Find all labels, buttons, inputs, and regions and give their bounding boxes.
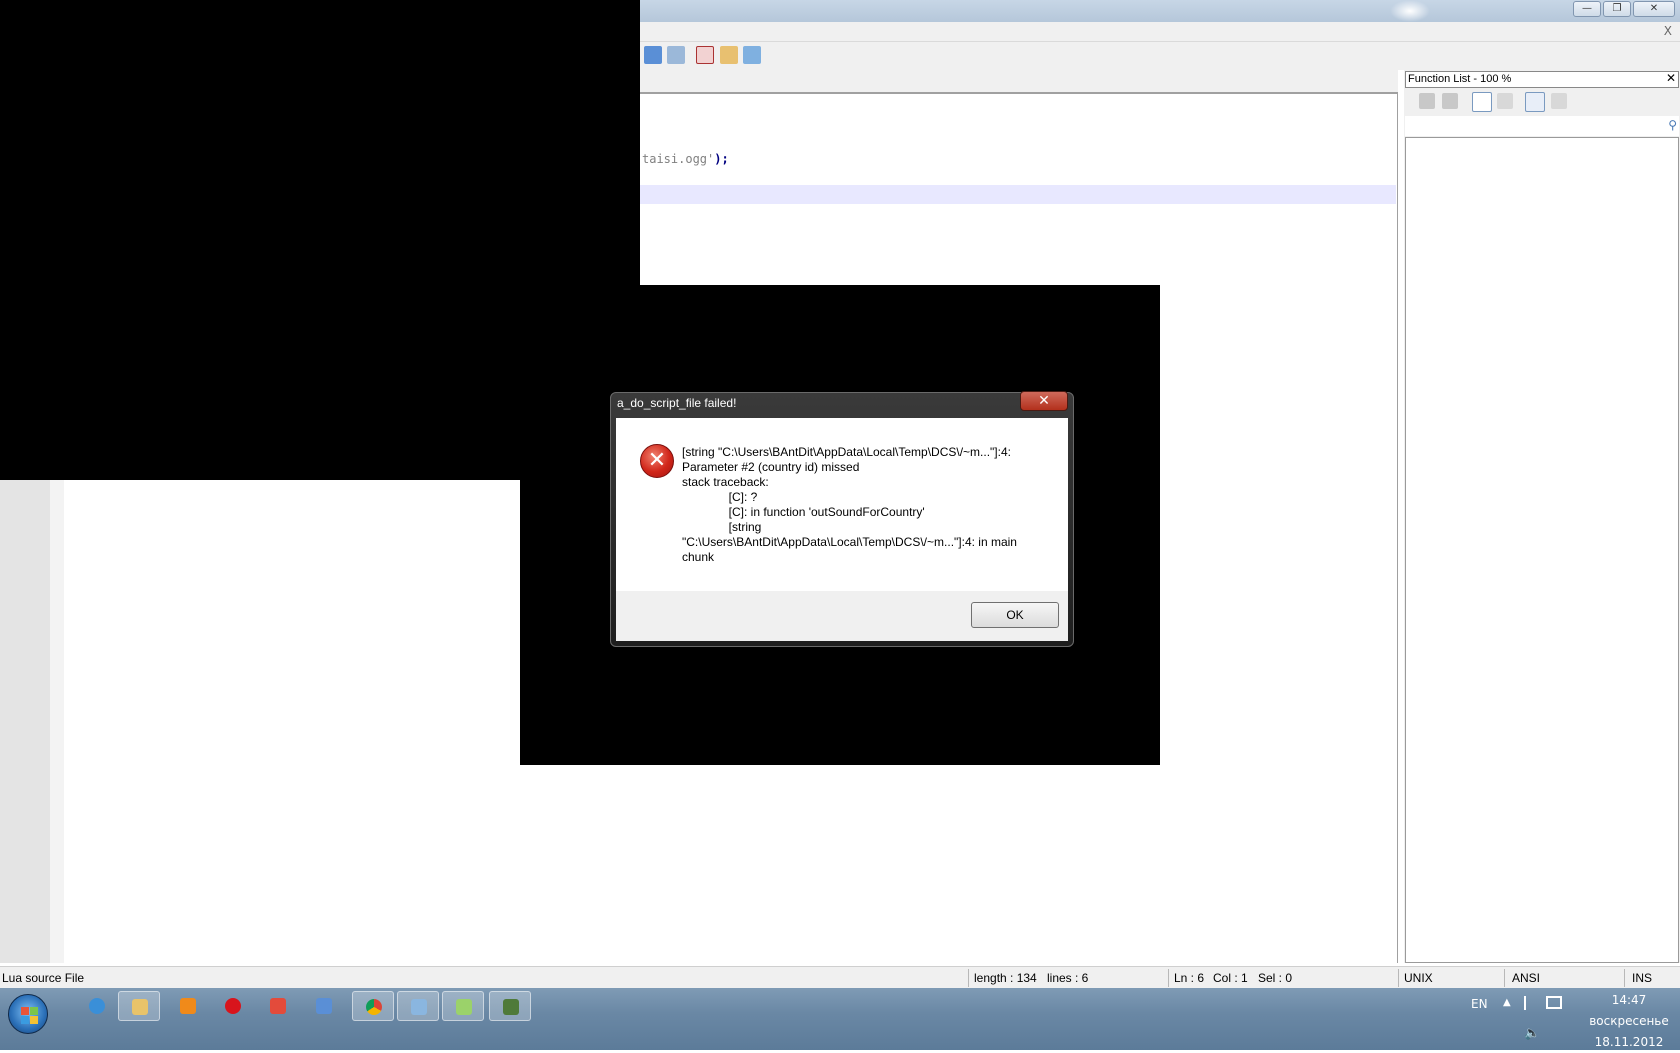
media-player-icon bbox=[180, 998, 196, 1014]
network-icon[interactable] bbox=[1546, 996, 1562, 1009]
tree-view-icon[interactable] bbox=[1551, 93, 1567, 109]
function-list-header: Function List - 100 % ✕ bbox=[1405, 71, 1679, 88]
fold-margin bbox=[50, 480, 64, 963]
cursor-line: Ln : 6 bbox=[1174, 971, 1205, 985]
status-separator bbox=[1504, 969, 1505, 987]
spellcheck-icon[interactable] bbox=[743, 46, 761, 64]
taskbar-item-dcs[interactable] bbox=[489, 991, 531, 1021]
close-window-button[interactable]: ✕ bbox=[1633, 1, 1675, 17]
taskbar-item-chrome[interactable] bbox=[352, 991, 394, 1021]
windows-logo-icon bbox=[21, 1007, 29, 1015]
yandex-icon bbox=[270, 998, 286, 1014]
mail-icon bbox=[316, 998, 332, 1014]
taskbar-item-opera[interactable] bbox=[212, 991, 254, 1021]
function-list-close-button[interactable]: ✕ bbox=[1666, 71, 1676, 86]
save-macro-icon[interactable] bbox=[667, 46, 685, 64]
search-icon[interactable]: ⚲ bbox=[1668, 118, 1677, 132]
action-center-flag-icon[interactable] bbox=[1524, 996, 1538, 1010]
taskbar-item-mail[interactable] bbox=[303, 991, 345, 1021]
windows-logo-icon bbox=[30, 1007, 38, 1015]
show-hidden-icons-icon[interactable]: ▲ bbox=[1503, 997, 1511, 1008]
print-preview-icon[interactable] bbox=[720, 46, 738, 64]
language-indicator[interactable]: EN bbox=[1471, 997, 1488, 1011]
clock[interactable]: 14:47 воскресенье 18.11.2012 bbox=[1586, 990, 1672, 1053]
paint-icon bbox=[411, 999, 427, 1015]
file-type: Lua source File bbox=[2, 971, 85, 985]
details-view-icon[interactable] bbox=[1525, 92, 1545, 112]
windows-logo-icon bbox=[21, 1016, 29, 1024]
status-bar: Lua source File length : 134 lines : 6 L… bbox=[0, 966, 1680, 988]
chrome-icon bbox=[366, 999, 382, 1015]
titlebar-glow bbox=[1390, 0, 1430, 22]
notepadpp-icon bbox=[456, 999, 472, 1015]
function-list[interactable] bbox=[1405, 137, 1679, 963]
macro-playback-icon[interactable] bbox=[644, 46, 662, 64]
editor-titlebar: — ❐ ✕ bbox=[640, 0, 1680, 22]
dialog-close-button[interactable]: ✕ bbox=[1020, 391, 1068, 411]
code-line: taisi.ogg'); bbox=[642, 152, 729, 166]
function-list-toolbar bbox=[1405, 90, 1679, 114]
taskbar-item-yandex[interactable] bbox=[257, 991, 299, 1021]
function-list-title: Function List - 100 % bbox=[1408, 73, 1512, 85]
taskbar-item-media-player[interactable] bbox=[167, 991, 209, 1021]
clock-weekday: воскресенье bbox=[1589, 1014, 1669, 1028]
function-list-search[interactable]: ⚲ bbox=[1405, 116, 1679, 136]
ok-button[interactable]: OK bbox=[971, 602, 1059, 628]
doc-lines: lines : 6 bbox=[1047, 971, 1089, 985]
taskbar-item-notepadpp[interactable] bbox=[442, 991, 484, 1021]
internet-explorer-icon bbox=[89, 998, 105, 1014]
paste-icon[interactable] bbox=[1442, 93, 1458, 109]
doc-length: length : 134 bbox=[974, 971, 1037, 985]
pdf-export-icon[interactable] bbox=[696, 46, 714, 64]
taskbar-item-explorer[interactable] bbox=[118, 991, 160, 1021]
code-string: taisi.ogg' bbox=[642, 152, 715, 166]
eol-format: UNIX bbox=[1404, 971, 1433, 985]
clock-time: 14:47 bbox=[1611, 993, 1647, 1007]
volume-icon[interactable]: 🔈 bbox=[1524, 1026, 1540, 1041]
toolbar bbox=[640, 42, 1680, 70]
line-number-gutter bbox=[0, 480, 50, 963]
dialog-title: a_do_script_file failed! bbox=[617, 396, 737, 410]
opera-icon bbox=[225, 998, 241, 1014]
taskbar-item-internet-explorer[interactable] bbox=[76, 991, 118, 1021]
selection-length: Sel : 0 bbox=[1258, 971, 1293, 985]
list-view-icon[interactable] bbox=[1472, 92, 1492, 112]
dcs-icon bbox=[503, 999, 519, 1015]
insert-mode: INS bbox=[1632, 971, 1653, 985]
close-document-button[interactable]: X bbox=[1664, 24, 1672, 38]
start-button[interactable] bbox=[8, 994, 48, 1034]
copy-icon[interactable] bbox=[1419, 93, 1435, 109]
status-separator bbox=[1624, 969, 1625, 987]
taskbar-item-paint[interactable] bbox=[397, 991, 439, 1021]
tab-bar bbox=[640, 70, 1398, 94]
maximize-button[interactable]: ❐ bbox=[1603, 1, 1631, 17]
current-line-highlight bbox=[640, 185, 1396, 204]
error-icon: ✕ bbox=[640, 444, 674, 478]
status-separator bbox=[1398, 969, 1399, 987]
status-separator bbox=[968, 969, 969, 987]
windows-logo-icon bbox=[30, 1016, 38, 1024]
encoding: ANSI bbox=[1512, 971, 1541, 985]
folder-icon bbox=[132, 999, 148, 1015]
menu-bar: X bbox=[640, 22, 1680, 42]
status-separator bbox=[1168, 969, 1169, 987]
minimize-button[interactable]: — bbox=[1573, 1, 1601, 17]
code-operator: ); bbox=[714, 152, 729, 166]
sort-icon[interactable] bbox=[1497, 93, 1513, 109]
cursor-column: Col : 1 bbox=[1213, 971, 1248, 985]
error-message: [string "C:\Users\BAntDit\AppData\Local\… bbox=[682, 445, 1017, 564]
